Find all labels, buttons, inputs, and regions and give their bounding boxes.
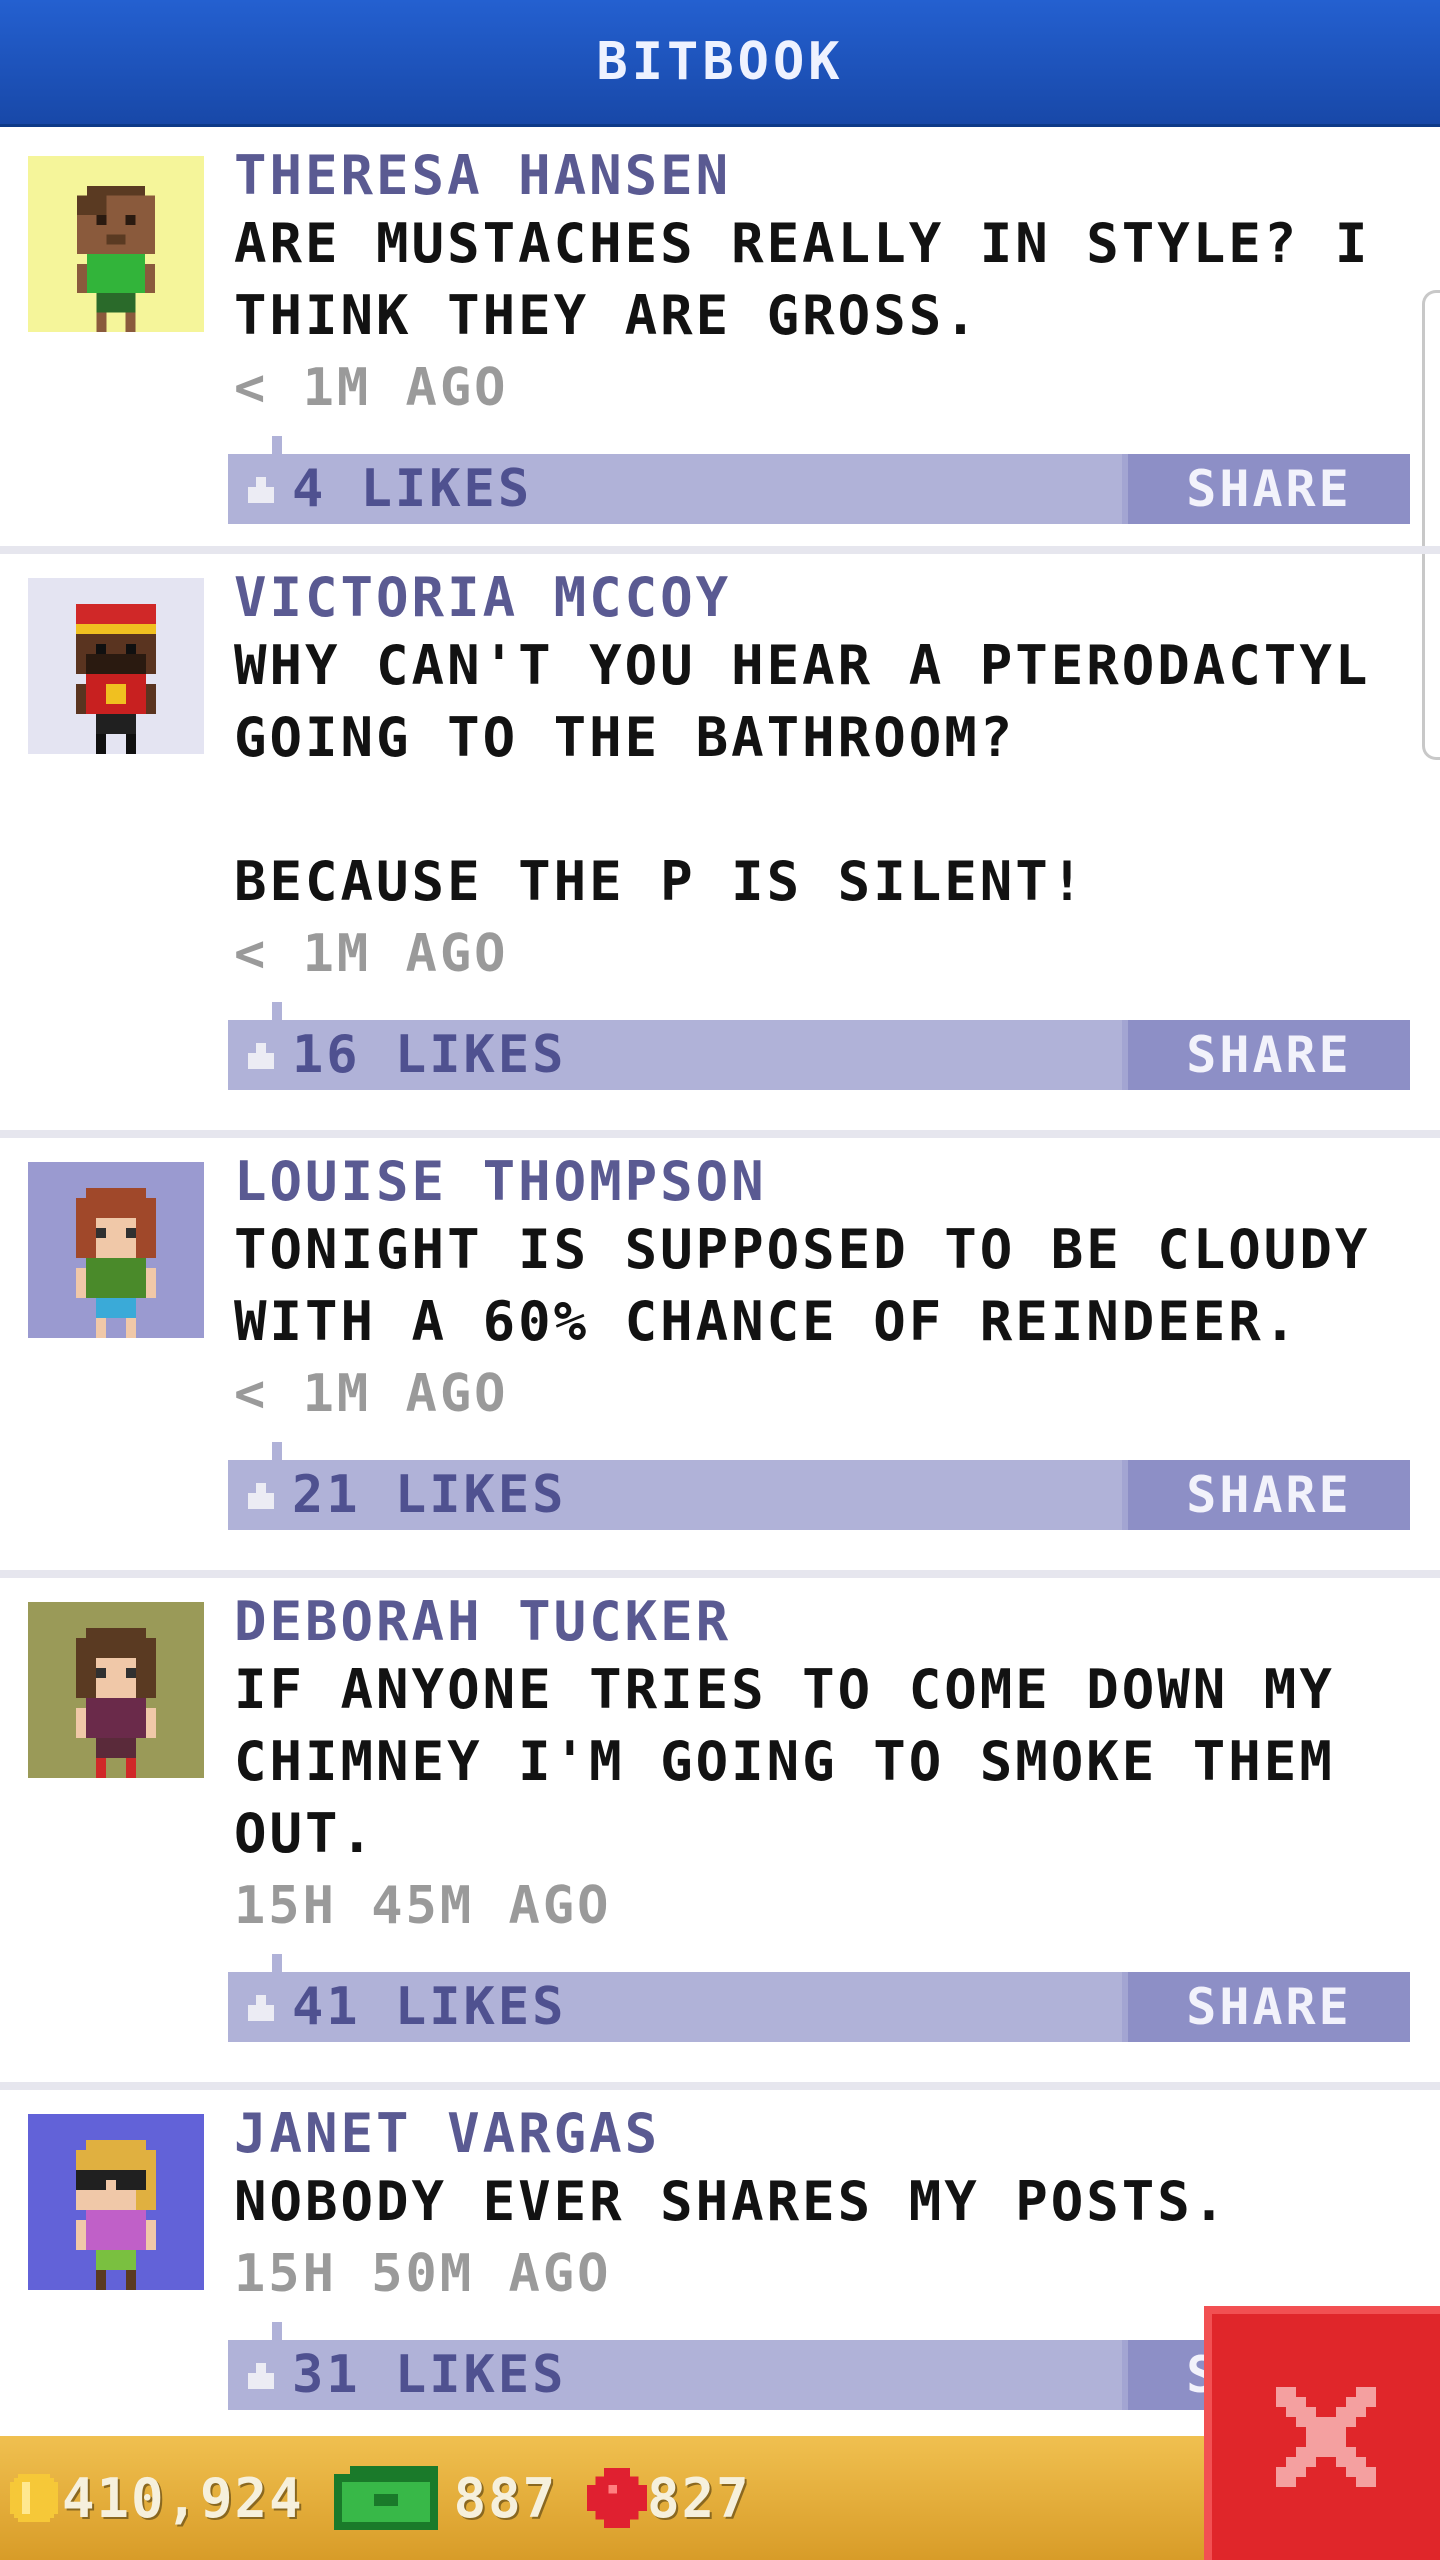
gem-icon — [587, 2468, 648, 2528]
post-timestamp: 15H 50M AGO — [234, 2244, 612, 2304]
post-timestamp: < 1M AGO — [234, 358, 509, 418]
person-avatar-icon — [76, 1628, 156, 1778]
post-item: VICTORIA MCCOY WHY CAN'T YOU HEAR A PTER… — [0, 554, 1440, 1138]
like-bar[interactable]: 41 LIKES SHARE — [228, 1954, 1410, 2042]
share-button[interactable]: SHARE — [1122, 1460, 1410, 1530]
coins-stat: 410,924 — [6, 2467, 304, 2530]
post-feed[interactable]: THERESA HANSEN ARE MUSTACHES REALLY IN S… — [0, 124, 1440, 2436]
person-avatar-icon — [76, 2140, 156, 2290]
person-avatar-icon — [77, 186, 155, 332]
share-button[interactable]: SHARE — [1122, 1972, 1410, 2042]
post-text: WHY CAN'T YOU HEAR A PTERODACTYL GOING T… — [234, 634, 1371, 913]
likes-count: 41 LIKES — [292, 1977, 567, 2037]
post-author[interactable]: VICTORIA MCCOY — [234, 566, 1404, 630]
avatar[interactable] — [28, 1602, 204, 1778]
post-text: IF ANYONE TRIES TO COME DOWN MY CHIMNEY … — [234, 1658, 1335, 1865]
post-timestamp: < 1M AGO — [234, 1364, 509, 1424]
avatar[interactable] — [28, 156, 204, 332]
post-text: TONIGHT IS SUPPOSED TO BE CLOUDY WITH A … — [234, 1218, 1371, 1353]
avatar[interactable] — [28, 1162, 204, 1338]
coins-value: 410,924 — [62, 2466, 304, 2530]
coin-icon — [10, 2474, 58, 2522]
likes-count: 21 LIKES — [292, 1465, 567, 1525]
like-bar[interactable]: 16 LIKES SHARE — [228, 1002, 1410, 1090]
avatar[interactable] — [28, 2114, 204, 2290]
post-timestamp: < 1M AGO — [234, 924, 509, 984]
post-item: LOUISE THOMPSON TONIGHT IS SUPPOSED TO B… — [0, 1138, 1440, 1578]
post-author[interactable]: LOUISE THOMPSON — [234, 1150, 1404, 1214]
post-author[interactable]: JANET VARGAS — [234, 2102, 1404, 2166]
post-timestamp: 15H 45M AGO — [234, 1876, 612, 1936]
thumbs-up-icon — [242, 1989, 278, 2025]
cash-icon — [333, 2466, 438, 2530]
bux-stat: 887 — [333, 2466, 558, 2530]
likes-count: 4 LIKES — [292, 459, 533, 519]
likes-count: 16 LIKES — [292, 1025, 567, 1085]
app-header: BITBOOK — [0, 0, 1440, 124]
post-text: ARE MUSTACHES REALLY IN STYLE? I THINK T… — [234, 212, 1371, 347]
bux-value: 887 — [453, 2466, 558, 2530]
post-text: NOBODY EVER SHARES MY POSTS. — [234, 2170, 1229, 2233]
thumbs-up-icon — [242, 471, 278, 507]
like-bar[interactable]: 21 LIKES SHARE — [228, 1442, 1410, 1530]
person-avatar-icon — [76, 604, 156, 754]
thumbs-up-icon — [242, 1037, 278, 1073]
avatar[interactable] — [28, 578, 204, 754]
post-item: THERESA HANSEN ARE MUSTACHES REALLY IN S… — [0, 124, 1440, 554]
post-author[interactable]: DEBORAH TUCKER — [234, 1590, 1404, 1654]
thumbs-up-icon — [242, 2357, 278, 2393]
close-button[interactable] — [1204, 2306, 1440, 2560]
share-button[interactable]: SHARE — [1122, 454, 1410, 524]
close-icon — [1276, 2387, 1376, 2487]
app-title: BITBOOK — [596, 32, 844, 92]
person-avatar-icon — [76, 1188, 156, 1338]
share-button[interactable]: SHARE — [1122, 1020, 1410, 1090]
post-author[interactable]: THERESA HANSEN — [234, 144, 1404, 208]
likes-count: 31 LIKES — [292, 2345, 567, 2405]
thumbs-up-icon — [242, 1477, 278, 1513]
like-bar[interactable]: 4 LIKES SHARE — [228, 436, 1410, 524]
post-item: DEBORAH TUCKER IF ANYONE TRIES TO COME D… — [0, 1578, 1440, 2090]
gems-value: 827 — [647, 2466, 751, 2530]
gems-stat: 827 — [587, 2467, 751, 2530]
